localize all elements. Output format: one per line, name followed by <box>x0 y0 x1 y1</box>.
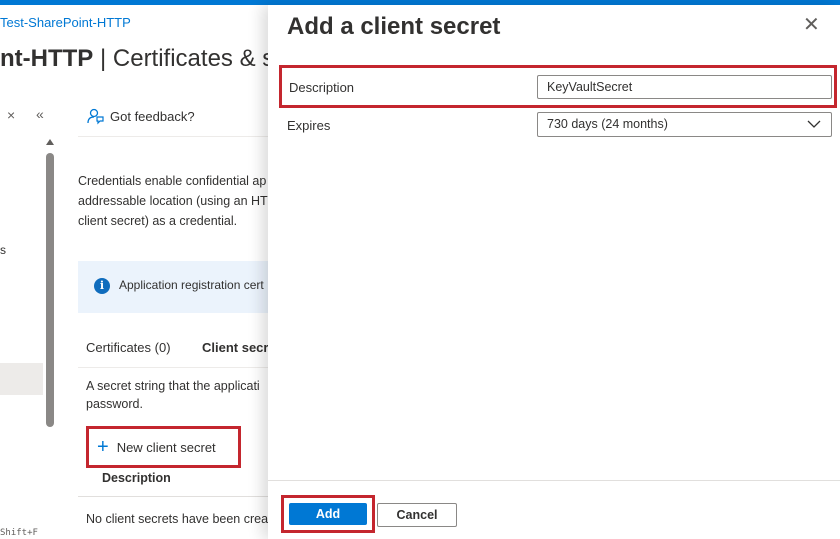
credentials-description: Credentials enable confidential ap addre… <box>78 171 268 231</box>
expires-selected-value: 730 days (24 months) <box>547 117 668 131</box>
add-button-highlight: Add <box>281 495 375 533</box>
add-button[interactable]: Add <box>289 503 367 525</box>
plus-icon: + <box>97 436 109 458</box>
description-label: Description <box>289 80 355 95</box>
nav-collapse-icon[interactable]: « <box>36 106 44 122</box>
close-icon[interactable]: ✕ <box>803 15 820 35</box>
credentials-line: Credentials enable confidential ap <box>78 174 267 188</box>
credentials-line: addressable location (using an HT <box>78 194 268 208</box>
feedback-icon <box>87 108 104 125</box>
info-banner-text: Application registration cert <box>119 278 264 292</box>
new-client-secret-label: New client secret <box>116 439 216 455</box>
page-title-app: nt-HTTP <box>0 45 94 72</box>
nav-scrollbar[interactable] <box>46 153 54 427</box>
cancel-button[interactable]: Cancel <box>377 503 457 527</box>
nav-close-icon[interactable]: × <box>7 107 15 123</box>
tab-certificates[interactable]: Certificates (0) <box>86 340 171 355</box>
nav-shortcut-hint: Shift+F <box>0 528 38 538</box>
secret-desc-line: password. <box>86 397 143 411</box>
tab-divider <box>78 367 268 368</box>
new-client-secret-button[interactable]: + New client secret <box>86 426 241 468</box>
pane-title: Add a client secret <box>287 13 501 40</box>
info-banner: i Application registration cert <box>78 261 268 313</box>
column-header-description[interactable]: Description <box>102 471 171 485</box>
divider <box>78 136 268 137</box>
page-title-section: | Certificates & se <box>93 45 288 72</box>
secret-desc-line: A secret string that the applicati <box>86 379 260 393</box>
empty-table-message: No client secrets have been crea <box>86 512 269 526</box>
description-row: Description <box>279 65 837 108</box>
footer-divider <box>268 480 840 481</box>
credentials-line: client secret) as a credential. <box>78 214 238 228</box>
page-title: nt-HTTP | Certificates & se <box>0 45 288 73</box>
expires-label: Expires <box>287 118 331 133</box>
info-icon: i <box>94 278 110 294</box>
description-input[interactable] <box>537 75 832 99</box>
client-secret-description: A secret string that the applicati passw… <box>86 377 268 413</box>
nav-selected-item[interactable] <box>0 363 43 395</box>
table-divider <box>78 496 268 497</box>
tab-client-secrets[interactable]: Client secre <box>202 340 276 355</box>
feedback-label: Got feedback? <box>110 108 195 124</box>
nav-item-fragment[interactable]: s <box>0 243 6 257</box>
scroll-up-icon[interactable] <box>46 139 54 145</box>
expires-dropdown[interactable]: 730 days (24 months) <box>537 112 832 137</box>
left-nav: × « s Shift+F <box>0 105 60 539</box>
feedback-button[interactable]: Got feedback? <box>86 107 195 125</box>
chevron-down-icon <box>807 120 821 128</box>
breadcrumb[interactable]: Test-SharePoint-HTTP <box>0 15 131 30</box>
add-client-secret-pane: Add a client secret ✕ Description Expire… <box>268 5 840 539</box>
